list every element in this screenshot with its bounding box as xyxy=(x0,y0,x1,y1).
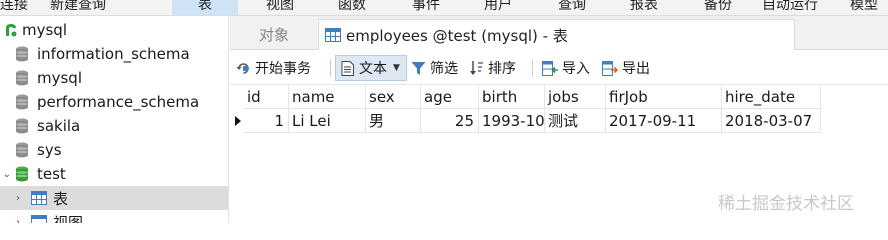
column-header-sex[interactable]: sex xyxy=(366,85,421,109)
transaction-icon xyxy=(236,61,251,76)
menu-bar: 连接 新建查询 表 视图 函数 事件 用户 查询 报表 备份 自动运行 模型 xyxy=(0,0,888,16)
column-header-hire-date[interactable]: hire_date xyxy=(722,85,821,109)
database-icon xyxy=(16,166,28,182)
table-cell[interactable]: 男 xyxy=(366,109,421,133)
tree-db-sakila[interactable]: sakila xyxy=(0,114,228,138)
database-icon xyxy=(16,142,28,158)
begin-transaction-button[interactable]: 开始事务 xyxy=(236,55,311,81)
table-icon xyxy=(325,28,341,42)
column-header-firjob[interactable]: firJob xyxy=(606,85,722,109)
document-icon xyxy=(341,60,354,76)
sort-button[interactable]: 排序 xyxy=(469,55,516,81)
menu-model[interactable]: 模型 xyxy=(850,0,878,14)
table-cell[interactable]: Li Lei xyxy=(289,109,366,133)
column-header-name[interactable]: name xyxy=(289,85,366,109)
import-button[interactable]: 导入 xyxy=(542,55,590,81)
tab-employees-label: employees @test (mysql) - 表 xyxy=(346,26,568,45)
column-header-jobs[interactable]: jobs xyxy=(545,85,606,109)
menu-table[interactable]: 表 xyxy=(172,0,238,15)
database-label: mysql xyxy=(37,69,82,87)
chevron-down-icon[interactable]: ⌄ xyxy=(2,169,12,180)
table-cell[interactable]: 1 xyxy=(244,109,289,133)
menu-view[interactable]: 视图 xyxy=(266,0,294,14)
tab-objects[interactable]: 对象 xyxy=(230,19,318,50)
current-row-marker-icon xyxy=(235,116,241,126)
begin-transaction-label: 开始事务 xyxy=(255,61,311,77)
text-view-button[interactable]: 文本 ▼ xyxy=(335,55,407,81)
database-label: performance_schema xyxy=(37,93,200,111)
tree-db-mysql[interactable]: mysql xyxy=(0,66,228,90)
export-label: 导出 xyxy=(622,61,650,77)
menu-event[interactable]: 事件 xyxy=(412,0,440,14)
database-icon xyxy=(16,70,28,86)
menu-report[interactable]: 报表 xyxy=(630,0,658,14)
menu-backup[interactable]: 备份 xyxy=(704,0,732,14)
table-cell[interactable]: 测试 xyxy=(545,109,606,133)
tree-db-sys[interactable]: sys xyxy=(0,138,228,162)
table-cell[interactable]: 2017-09-11 xyxy=(606,109,722,133)
connection-label: mysql xyxy=(22,21,67,39)
table-cell[interactable]: 2018-03-07 xyxy=(722,109,821,133)
import-icon xyxy=(542,60,558,76)
tab-employees[interactable]: employees @test (mysql) - 表 xyxy=(318,19,795,50)
toolbar-divider xyxy=(330,59,331,77)
database-label: sys xyxy=(37,141,62,159)
column-header-age[interactable]: age xyxy=(421,85,479,109)
tree-db-performance-schema[interactable]: performance_schema xyxy=(0,90,228,114)
column-header-birth[interactable]: birth xyxy=(479,85,545,109)
database-label: information_schema xyxy=(37,45,190,63)
tree-views-folder[interactable]: › 视图 xyxy=(0,210,228,224)
menu-connect[interactable]: 连接 xyxy=(0,0,28,14)
database-icon xyxy=(16,94,28,110)
tree-tables-folder[interactable]: › 表 xyxy=(0,186,228,210)
navigation-tree: mysql information_schema mysql performan… xyxy=(0,16,229,223)
sort-icon xyxy=(469,60,484,76)
database-label: test xyxy=(37,165,66,183)
menu-user[interactable]: 用户 xyxy=(484,0,512,14)
import-label: 导入 xyxy=(562,61,590,77)
sort-label: 排序 xyxy=(488,61,516,77)
filter-icon xyxy=(411,61,426,76)
text-view-label: 文本 xyxy=(359,61,387,77)
chevron-right-icon[interactable]: › xyxy=(13,193,23,204)
menu-new-query[interactable]: 新建查询 xyxy=(50,0,106,14)
filter-button[interactable]: 筛选 xyxy=(411,55,458,81)
table-cell[interactable]: 1993-10- xyxy=(479,109,545,133)
tree-label-views: 视图 xyxy=(53,213,84,224)
table-cell[interactable]: 25 xyxy=(421,109,479,133)
tab-objects-label: 对象 xyxy=(258,26,289,44)
column-header-id[interactable]: id xyxy=(244,85,289,109)
tree-connection-mysql[interactable]: mysql xyxy=(0,18,228,42)
menu-automation[interactable]: 自动运行 xyxy=(762,0,818,14)
menu-function[interactable]: 函数 xyxy=(338,0,366,14)
view-icon xyxy=(31,215,47,223)
table-icon xyxy=(31,191,47,205)
data-toolbar: 开始事务 文本 ▼ 筛选 排序 导入 导出 xyxy=(230,50,888,85)
export-icon xyxy=(602,60,619,76)
toolbar-divider xyxy=(532,59,533,77)
database-icon xyxy=(16,118,28,134)
connection-icon xyxy=(4,22,18,38)
tab-bar: 对象 employees @test (mysql) - 表 xyxy=(230,16,888,50)
menu-query[interactable]: 查询 xyxy=(558,0,586,14)
filter-label: 筛选 xyxy=(430,61,458,77)
database-icon xyxy=(16,46,28,62)
tree-label-tables: 表 xyxy=(53,189,69,208)
export-button[interactable]: 导出 xyxy=(602,55,650,81)
chevron-right-icon[interactable]: › xyxy=(13,217,23,224)
watermark: 稀土掘金技术社区 xyxy=(718,194,854,214)
database-label: sakila xyxy=(37,117,81,135)
dropdown-arrow-icon[interactable]: ▼ xyxy=(393,63,400,73)
tree-db-test[interactable]: ⌄ test xyxy=(0,162,228,186)
tree-db-information-schema[interactable]: information_schema xyxy=(0,42,228,66)
